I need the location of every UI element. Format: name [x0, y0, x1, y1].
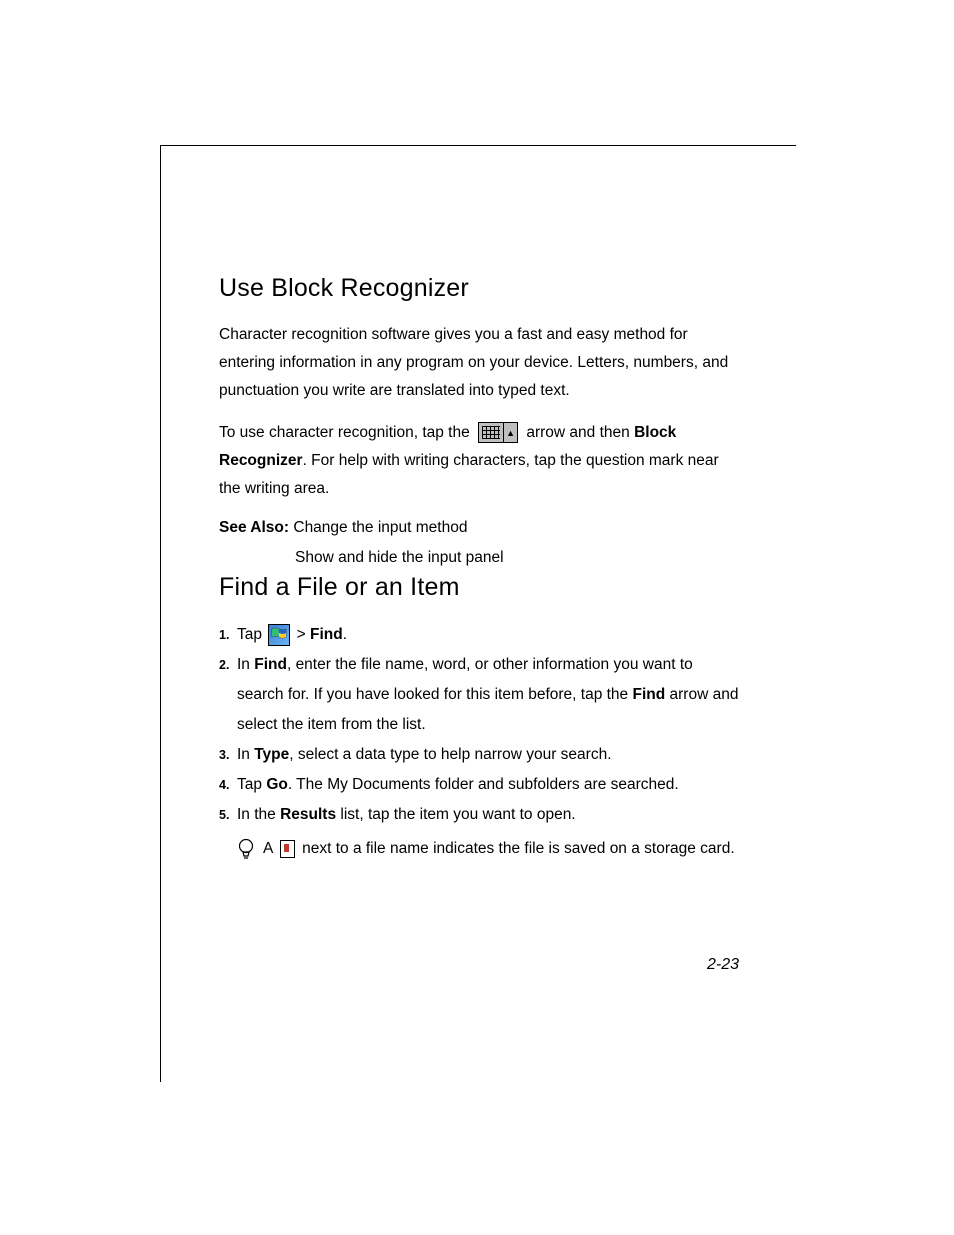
text-fragment: To use character recognition, tap the: [219, 424, 474, 441]
text-fragment: , select a data type to help narrow your…: [289, 746, 611, 763]
tip-text: A next to a file name indicates the file…: [263, 834, 735, 864]
tip-row: A next to a file name indicates the file…: [219, 834, 739, 864]
see-also-item-2: Show and hide the input panel: [219, 543, 739, 573]
see-also-item-1: Change the input method: [289, 519, 467, 536]
storage-card-icon: [280, 840, 295, 858]
text-fragment: Tap: [237, 626, 266, 643]
step-2: In Find, enter the file name, word, or o…: [219, 650, 739, 740]
text-fragment: >: [292, 626, 310, 643]
start-flag-icon: [268, 624, 290, 646]
step-3: In Type, select a data type to help narr…: [219, 740, 739, 770]
heading-find-file: Find a File or an Item: [219, 573, 739, 602]
page-content: Use Block Recognizer Character recogniti…: [219, 274, 739, 864]
step-1: Tap > Find.: [219, 620, 739, 650]
paragraph-intro: Character recognition software gives you…: [219, 321, 739, 405]
text-fragment: A: [263, 840, 277, 857]
bold-results: Results: [280, 806, 336, 823]
paragraph-instruction: To use character recognition, tap the ▲ …: [219, 419, 739, 503]
text-fragment: . The My Documents folder and subfolders…: [288, 776, 679, 793]
bold-find: Find: [254, 656, 287, 673]
text-fragment: arrow and then: [526, 424, 634, 441]
page-frame: Use Block Recognizer Character recogniti…: [160, 145, 796, 1082]
bold-find: Find: [632, 686, 665, 703]
text-fragment: In the: [237, 806, 280, 823]
text-fragment: list, tap the item you want to open.: [336, 806, 576, 823]
page-number: 2-23: [707, 956, 739, 974]
see-also-block: See Also: Change the input method Show a…: [219, 513, 739, 573]
text-fragment: In: [237, 746, 254, 763]
text-fragment: In: [237, 656, 254, 673]
see-also-line-1: See Also: Change the input method: [219, 513, 739, 543]
bold-go: Go: [266, 776, 288, 793]
bold-type: Type: [254, 746, 289, 763]
bold-find: Find: [310, 626, 343, 643]
sip-keyboard-icon: ▲: [478, 422, 518, 443]
steps-list: Tap > Find. In Find, enter the file name…: [219, 620, 739, 830]
text-fragment: Tap: [237, 776, 266, 793]
see-also-label: See Also:: [219, 519, 289, 536]
text-fragment: .: [343, 626, 347, 643]
text-fragment: next to a file name indicates the file i…: [298, 840, 735, 857]
step-4: Tap Go. The My Documents folder and subf…: [219, 770, 739, 800]
lightbulb-icon: [237, 838, 255, 860]
heading-use-block-recognizer: Use Block Recognizer: [219, 274, 739, 303]
step-5: In the Results list, tap the item you wa…: [219, 800, 739, 830]
text-fragment: , enter the file name, word, or other in…: [237, 656, 693, 703]
